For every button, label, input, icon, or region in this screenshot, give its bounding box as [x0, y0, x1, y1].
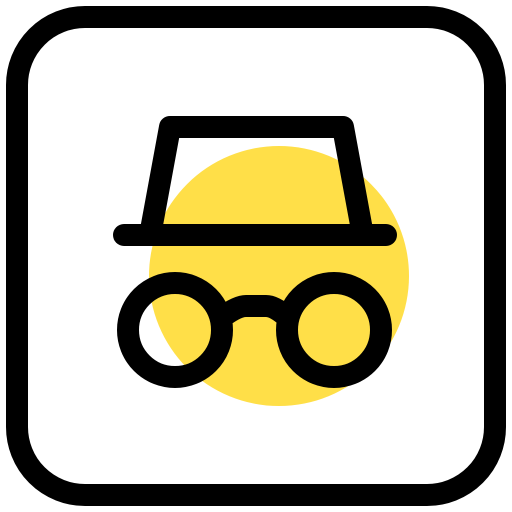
glasses-bridge [210, 295, 299, 329]
incognito-icon [6, 6, 506, 506]
incognito-app-icon [0, 0, 512, 512]
